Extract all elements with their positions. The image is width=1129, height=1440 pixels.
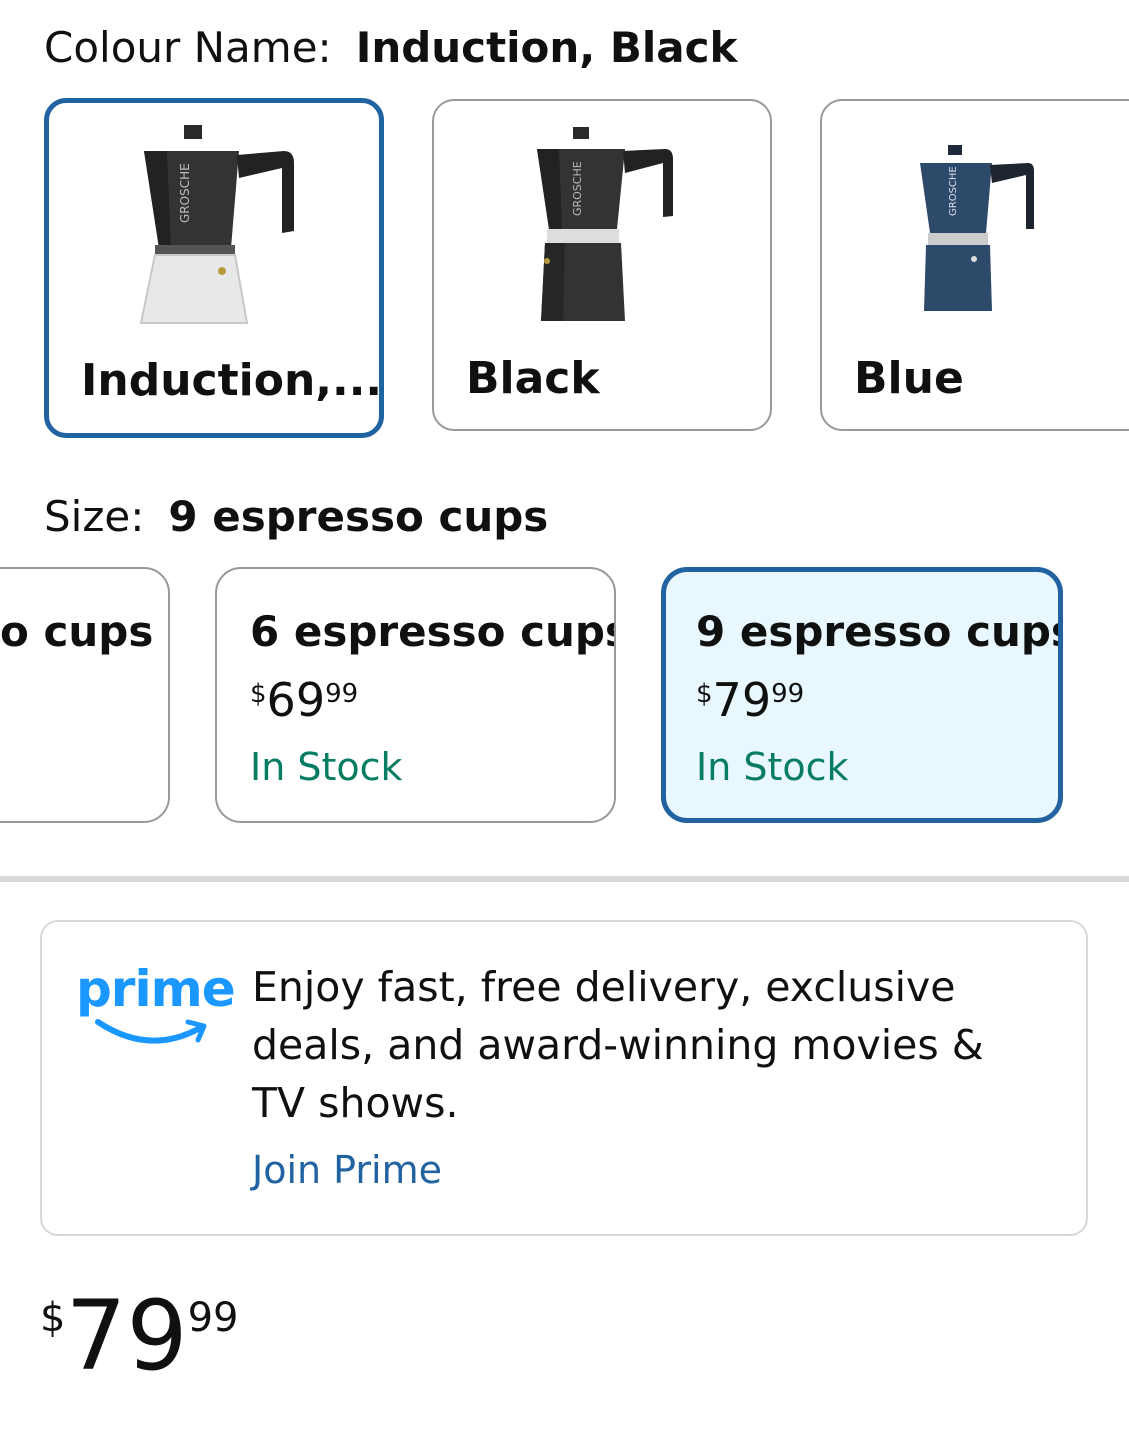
colour-swatch-label: Black	[466, 353, 600, 404]
prime-logo: prime	[76, 960, 236, 1055]
colour-swatch-black[interactable]: GROSCHE Black	[432, 99, 772, 431]
size-option-price: $6999	[250, 677, 358, 723]
stock-status: In Stock	[696, 745, 849, 789]
size-value: 9 espresso cups	[168, 492, 549, 541]
prime-logo-text: prime	[76, 960, 236, 1018]
colour-swatch-induction-black[interactable]: GROSCHE Induction,...	[44, 98, 384, 438]
price-symbol: $	[696, 679, 713, 709]
price-whole: 69	[266, 673, 326, 727]
size-label-row: Size: 9 espresso cups	[44, 496, 548, 538]
price-whole: 79	[712, 673, 772, 727]
main-price-symbol: $	[40, 1295, 66, 1341]
stock-status: In Stock	[250, 745, 403, 789]
colour-swatch-label: Induction,...	[81, 355, 383, 406]
moka-pot-black-image: GROSCHE	[537, 127, 673, 321]
colour-name-label-row: Colour Name: Induction, Black	[44, 27, 737, 69]
brand-mark: GROSCHE	[948, 166, 959, 216]
size-option-title: o cups	[0, 607, 154, 656]
size-option-6-cups[interactable]: 6 espresso cups $6999 In Stock	[215, 567, 616, 823]
moka-pot-blue-image: GROSCHE	[920, 145, 1034, 311]
main-price-fraction: 99	[187, 1295, 239, 1341]
price-fraction: 99	[325, 679, 359, 709]
size-option-partial[interactable]: o cups	[0, 567, 170, 823]
join-prime-link[interactable]: Join Prime	[252, 1148, 442, 1192]
prime-promo-card: prime Enjoy fast, free delivery, exclusi…	[40, 920, 1088, 1236]
prime-smile-icon	[95, 1019, 207, 1044]
price-fraction: 99	[771, 679, 805, 709]
prime-description: Enjoy fast, free delivery, exclusive dea…	[252, 963, 984, 1127]
colour-name-label: Colour Name:	[44, 23, 332, 72]
size-option-price: $7999	[696, 677, 804, 723]
size-option-9-cups[interactable]: 9 espresso cups $7999 In Stock	[661, 567, 1063, 823]
colour-swatch-label: Blue	[854, 353, 964, 404]
brand-mark: GROSCHE	[178, 163, 192, 223]
size-label: Size:	[44, 492, 145, 541]
colour-name-value: Induction, Black	[355, 23, 738, 72]
main-price-whole: 79	[65, 1280, 188, 1392]
section-divider	[0, 876, 1129, 882]
size-option-title: 9 espresso cups	[696, 607, 1063, 656]
moka-pot-induction-image: GROSCHE	[139, 125, 294, 324]
brand-mark: GROSCHE	[571, 161, 584, 216]
colour-swatch-blue[interactable]: GROSCHE Blue	[820, 99, 1129, 431]
price-symbol: $	[250, 679, 267, 709]
main-price: $7999	[40, 1288, 239, 1384]
size-option-title: 6 espresso cups	[250, 607, 616, 656]
